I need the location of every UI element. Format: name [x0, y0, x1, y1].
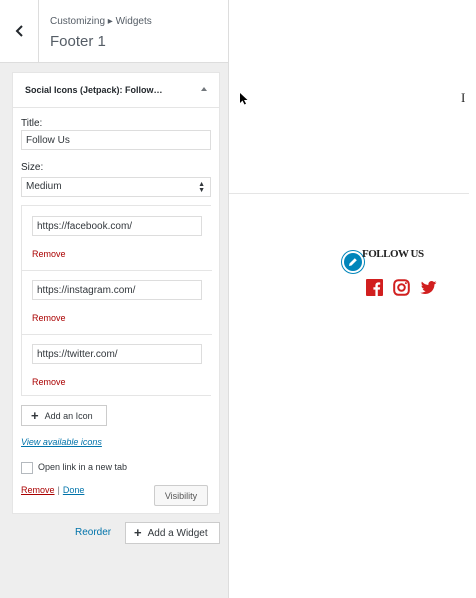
divider	[229, 193, 469, 194]
select-arrows-icon: ▲ ▼	[198, 181, 205, 194]
icon-row-twitter: Remove	[22, 334, 212, 397]
separator: |	[57, 485, 60, 495]
icon-row-instagram: Remove	[22, 270, 212, 335]
mouse-cursor-icon	[240, 93, 248, 105]
facebook-icon[interactable]	[366, 279, 383, 296]
back-button[interactable]	[0, 0, 39, 62]
customizer-sidebar: Customizing ▸ Widgets Footer 1 Social Ic…	[0, 0, 229, 598]
new-tab-checkbox[interactable]	[21, 462, 33, 474]
add-widget-label: Add a Widget	[147, 527, 208, 539]
widget-header[interactable]: Social Icons (Jetpack): Follow…	[13, 73, 219, 108]
site-preview: I FOLLOW US	[229, 0, 476, 598]
collapse-arrow-icon[interactable]	[201, 87, 207, 91]
remove-icon-link[interactable]: Remove	[32, 249, 66, 259]
size-select-value: Medium	[26, 181, 62, 192]
new-tab-label: Open link in a new tab	[38, 462, 128, 472]
size-select[interactable]: Medium ▲ ▼	[21, 177, 211, 197]
view-icons-link[interactable]: View available icons	[21, 437, 102, 447]
add-widget-button[interactable]: + Add a Widget	[125, 522, 220, 544]
icon-url-input[interactable]	[32, 216, 202, 236]
text-cursor-icon: I	[461, 90, 466, 105]
add-icon-button[interactable]: + Add an Icon	[21, 405, 107, 426]
instagram-icon[interactable]	[393, 279, 410, 296]
remove-icon-link[interactable]: Remove	[32, 377, 66, 387]
visibility-button[interactable]: Visibility	[154, 485, 208, 506]
widget-actions: Remove | Done	[21, 485, 84, 495]
title-label: Title:	[21, 118, 43, 129]
breadcrumb: Customizing ▸ Widgets	[50, 16, 152, 27]
remove-widget-link[interactable]: Remove	[21, 485, 55, 495]
panel-header: Customizing ▸ Widgets Footer 1	[0, 0, 228, 63]
remove-icon-link[interactable]: Remove	[32, 313, 66, 323]
icon-url-input[interactable]	[32, 280, 202, 300]
done-link[interactable]: Done	[63, 485, 85, 495]
social-icons-widget: Social Icons (Jetpack): Follow… Title: S…	[12, 72, 220, 514]
reorder-link[interactable]: Reorder	[75, 527, 111, 538]
size-label: Size:	[21, 162, 44, 173]
title-input[interactable]	[21, 130, 211, 150]
pencil-icon	[349, 258, 357, 266]
chevron-left-icon	[15, 25, 23, 37]
icons-list: Remove Remove Remove	[21, 205, 212, 397]
section-title: Footer 1	[50, 33, 106, 50]
widget-title: Social Icons (Jetpack): Follow…	[25, 85, 163, 95]
widget-heading: FOLLOW US	[362, 248, 424, 260]
add-icon-label: Add an Icon	[44, 410, 93, 421]
icon-url-input[interactable]	[32, 344, 202, 364]
plus-icon: +	[31, 407, 39, 423]
twitter-icon[interactable]	[420, 279, 437, 296]
plus-icon: +	[134, 525, 142, 540]
edit-shortcut-button[interactable]	[342, 251, 364, 273]
icon-row-facebook: Remove	[22, 206, 212, 271]
